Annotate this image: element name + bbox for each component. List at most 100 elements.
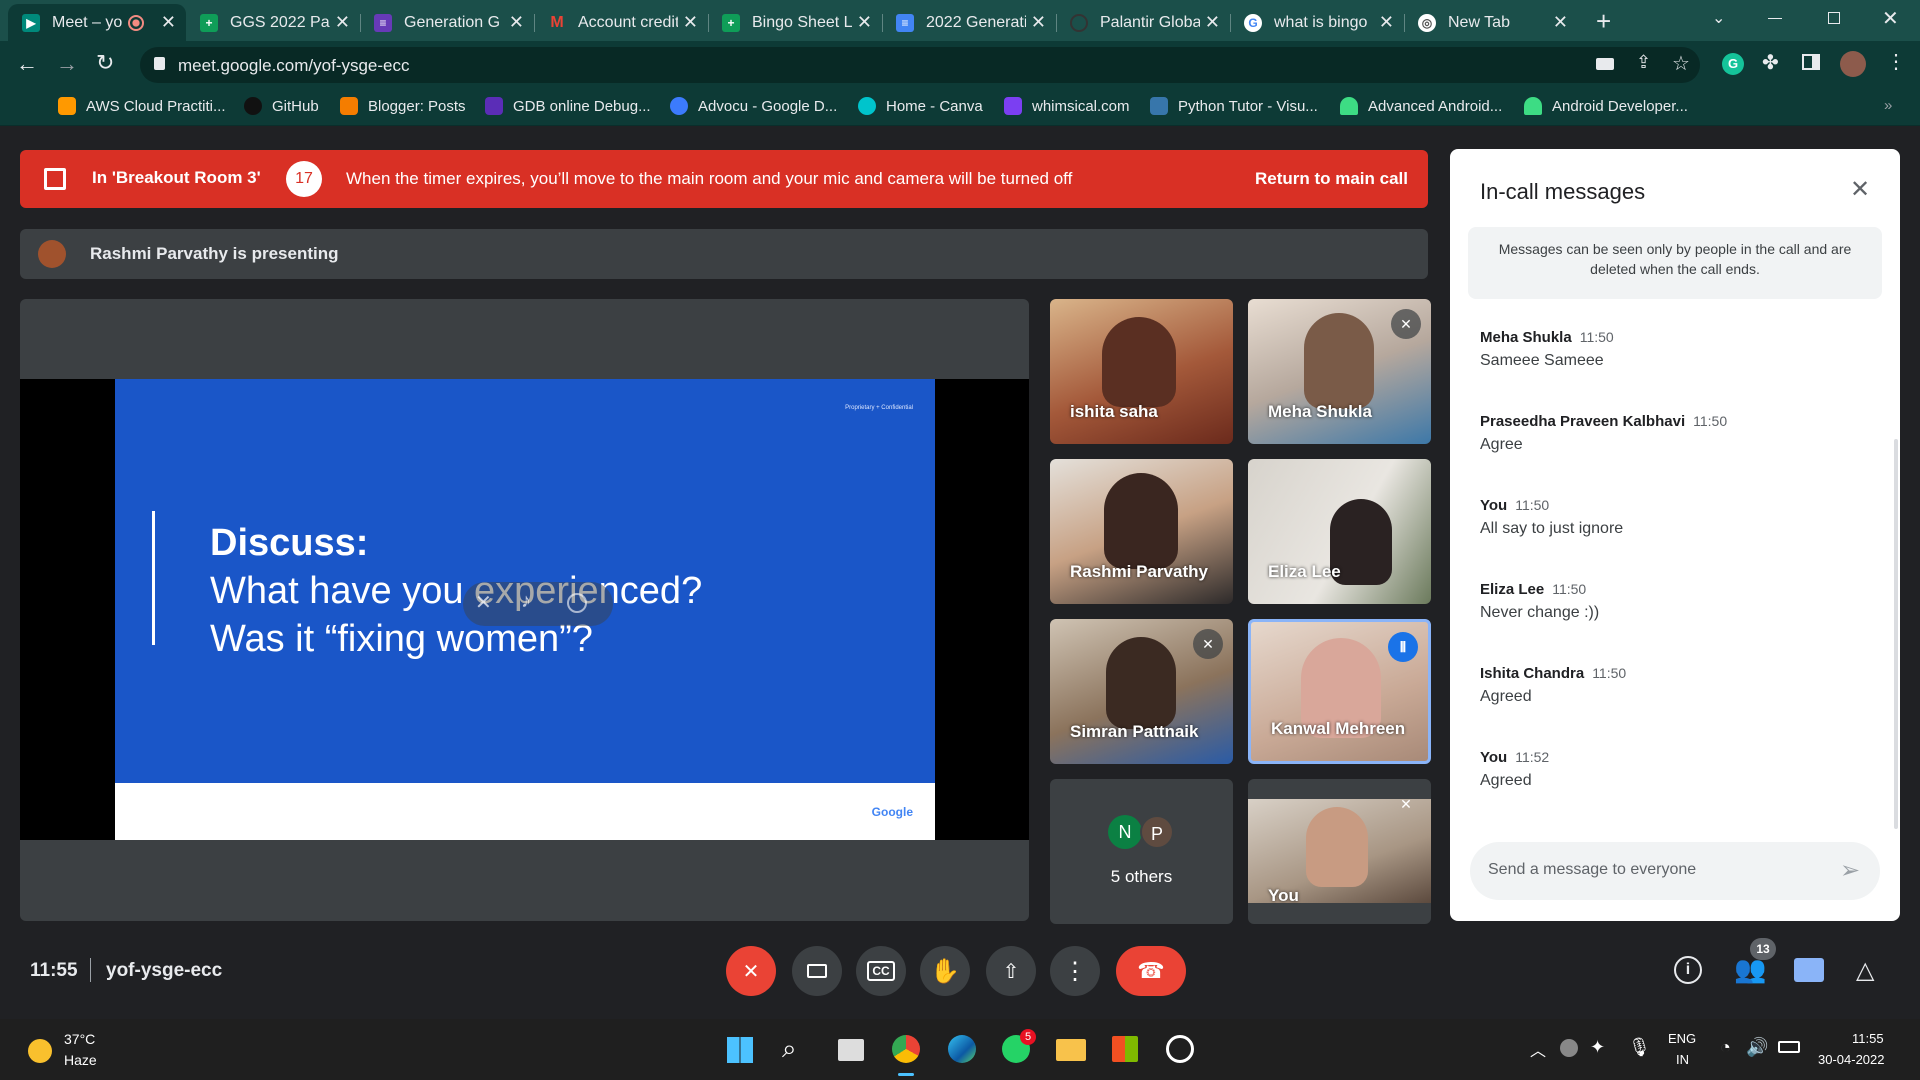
presentation-stage[interactable]: Proprietary + Confidential Discuss: What…: [20, 299, 1029, 921]
bookmark-blogger[interactable]: Blogger: Posts: [340, 97, 466, 115]
reload-icon[interactable]: ↻: [96, 50, 114, 76]
tab-meet[interactable]: ▶ Meet – yo ✕: [8, 4, 186, 41]
bookmark-label: GDB online Debug...: [513, 97, 651, 115]
bookmark-star-icon[interactable]: ☆: [1672, 51, 1690, 76]
bookmark-advanced-android[interactable]: Advanced Android...: [1340, 97, 1502, 115]
language-en[interactable]: ENG: [1668, 1031, 1696, 1046]
mic-toggle-button[interactable]: ✕: [726, 946, 776, 996]
participant-tile[interactable]: Eliza Lee: [1248, 459, 1431, 604]
close-tab-icon[interactable]: ✕: [1379, 12, 1394, 33]
close-tab-icon[interactable]: ✕: [683, 12, 698, 33]
others-tile[interactable]: N P 5 others: [1050, 779, 1233, 924]
address-bar[interactable]: meet.google.com/yof-ysge-ecc ⇪ ☆: [140, 47, 1700, 83]
participant-tile[interactable]: ✕ Simran Pattnaik: [1050, 619, 1233, 764]
participant-tile[interactable]: ✕ Meha Shukla: [1248, 299, 1431, 444]
search-icon[interactable]: ⌕: [782, 1033, 797, 1065]
tab-generation[interactable]: ≡ Generation G ✕: [360, 4, 534, 41]
current-time: 11:55: [30, 960, 78, 981]
bookmark-advocu[interactable]: Advocu - Google D...: [670, 97, 837, 115]
camera-in-use-icon[interactable]: [1596, 58, 1614, 70]
profile-avatar[interactable]: [1840, 51, 1866, 77]
tray-icon[interactable]: [1560, 1039, 1578, 1057]
fullscreen-icon[interactable]: [567, 593, 587, 613]
bookmark-github[interactable]: GitHub: [244, 97, 319, 115]
tab-palantir[interactable]: Palantir Globa ✕: [1056, 4, 1230, 41]
close-tab-icon[interactable]: ✕: [161, 12, 176, 33]
tab-what-is-bingo[interactable]: G what is bingo ✕: [1230, 4, 1404, 41]
tab-new-tab[interactable]: ◎ New Tab ✕: [1404, 4, 1578, 41]
forward-icon[interactable]: →: [56, 51, 78, 77]
grammarly-icon[interactable]: G: [1722, 53, 1744, 75]
bookmark-aws[interactable]: AWS Cloud Practiti...: [58, 97, 225, 115]
new-tab-button[interactable]: +: [1596, 6, 1611, 37]
weather-temp[interactable]: 37°C: [64, 1031, 95, 1047]
restore-button[interactable]: [1828, 12, 1840, 24]
clock-date[interactable]: 30-04-2022: [1818, 1052, 1885, 1067]
chat-icon[interactable]: [1794, 958, 1824, 982]
store-icon[interactable]: [1112, 1036, 1138, 1062]
bookmark-whimsical[interactable]: whimsical.com: [1004, 97, 1130, 115]
minimize-button[interactable]: [1768, 18, 1782, 19]
tab-ggs-2022[interactable]: + GGS 2022 Pa ✕: [186, 4, 360, 41]
more-bookmarks-icon[interactable]: »: [1884, 97, 1892, 114]
participant-tile[interactable]: Rashmi Parvathy: [1050, 459, 1233, 604]
more-options-button[interactable]: ⋮: [1050, 946, 1100, 996]
edge-icon[interactable]: [948, 1035, 976, 1063]
battery-icon[interactable]: [1778, 1041, 1800, 1053]
language-in[interactable]: IN: [1676, 1052, 1689, 1067]
microphone-icon[interactable]: 🎙: [1628, 1037, 1651, 1058]
share-icon[interactable]: ⇪: [1636, 52, 1651, 73]
bookmark-python-tutor[interactable]: Python Tutor - Visu...: [1150, 97, 1318, 115]
participant-tile[interactable]: ishita saha: [1050, 299, 1233, 444]
close-tab-icon[interactable]: ✕: [335, 12, 350, 33]
close-tab-icon[interactable]: ✕: [1031, 12, 1046, 33]
sheets-icon: +: [722, 13, 740, 32]
meeting-details-icon[interactable]: i: [1674, 956, 1702, 984]
side-panel-icon[interactable]: [1802, 54, 1820, 70]
others-avatar: P: [1140, 815, 1174, 849]
wifi-icon[interactable]: ◔: [1720, 1037, 1731, 1058]
tab-account-credit[interactable]: M Account credit ✕: [534, 4, 708, 41]
close-tab-icon[interactable]: ✕: [1553, 12, 1568, 33]
tab-bingo-sheet[interactable]: + Bingo Sheet Li ✕: [708, 4, 882, 41]
extensions-icon[interactable]: ✤: [1762, 50, 1779, 75]
activities-icon[interactable]: △: [1856, 956, 1874, 985]
app-icon[interactable]: [1166, 1035, 1194, 1063]
close-window-button[interactable]: ✕: [1882, 6, 1899, 31]
weather-condition[interactable]: Haze: [64, 1052, 97, 1068]
bookmark-canva[interactable]: Home - Canva: [858, 97, 983, 115]
close-panel-icon[interactable]: ✕: [1850, 175, 1870, 204]
clock-time[interactable]: 11:55: [1852, 1031, 1884, 1046]
captions-button[interactable]: CC: [856, 946, 906, 996]
close-tab-icon[interactable]: ✕: [509, 12, 524, 33]
volume-tray-icon[interactable]: 🔊: [1746, 1037, 1768, 1058]
close-tab-icon[interactable]: ✕: [857, 12, 872, 33]
message-input-box[interactable]: Send a message to everyone ➢: [1470, 842, 1880, 900]
close-tab-icon[interactable]: ✕: [1205, 12, 1220, 33]
file-explorer-icon[interactable]: [1056, 1039, 1086, 1061]
tab-search-chevron-icon[interactable]: ⌄: [1712, 8, 1725, 28]
weather-icon[interactable]: [28, 1039, 52, 1063]
camera-toggle-button[interactable]: [792, 946, 842, 996]
task-view-icon[interactable]: [838, 1039, 864, 1061]
show-hidden-icons[interactable]: ︿: [1530, 1037, 1546, 1061]
menu-kebab-icon[interactable]: ⋮: [1886, 49, 1906, 74]
return-to-main-call-button[interactable]: Return to main call: [1255, 169, 1408, 189]
raise-hand-button[interactable]: ✋: [920, 946, 970, 996]
leave-call-button[interactable]: ☎: [1116, 946, 1186, 996]
chrome-taskbar-icon[interactable]: [892, 1035, 920, 1063]
self-tile[interactable]: ✕ You: [1248, 779, 1431, 924]
tab-2022-generation[interactable]: ≡ 2022 Generati ✕: [882, 4, 1056, 41]
pin-off-icon[interactable]: ✕: [475, 590, 492, 615]
message-input[interactable]: Send a message to everyone: [1488, 861, 1696, 879]
bookmark-gdb[interactable]: GDB online Debug...: [485, 97, 651, 115]
back-icon[interactable]: ←: [16, 51, 38, 77]
participant-tile[interactable]: ⦀ Kanwal Mehreen: [1248, 619, 1431, 764]
windows-start-icon[interactable]: [727, 1037, 753, 1063]
messages-scrollbar[interactable]: [1894, 439, 1898, 829]
present-now-button[interactable]: ⇧: [986, 946, 1036, 996]
volume-icon[interactable]: ♪: [521, 590, 531, 613]
bookmark-android-developer[interactable]: Android Developer...: [1524, 97, 1688, 115]
send-icon[interactable]: ➢: [1840, 856, 1860, 885]
tray-icon[interactable]: ✦: [1590, 1037, 1605, 1058]
